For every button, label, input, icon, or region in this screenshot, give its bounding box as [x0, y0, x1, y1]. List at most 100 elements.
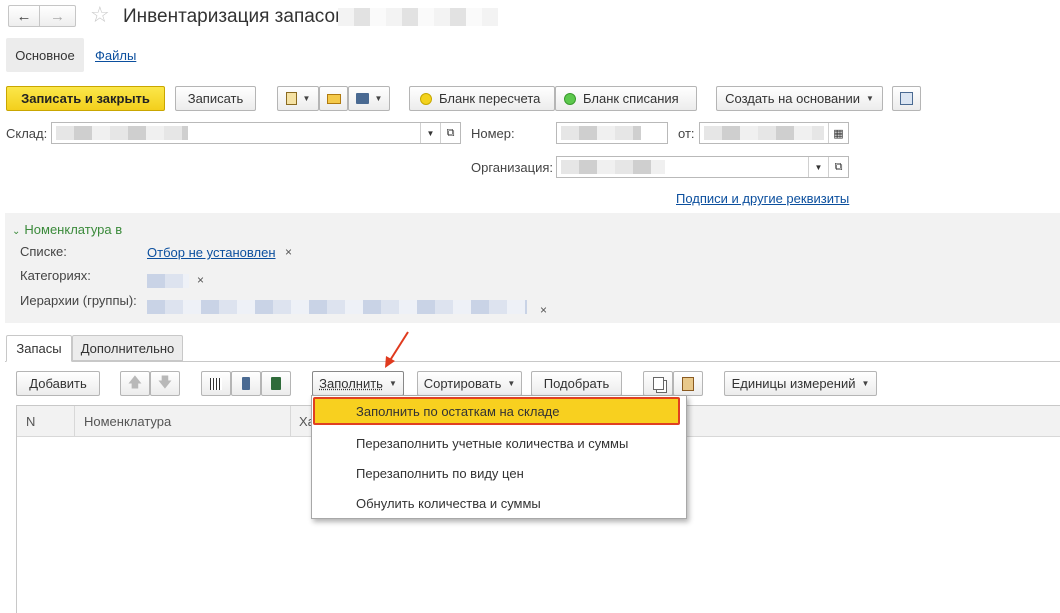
save-close-label: Записать и закрыть [21, 91, 150, 106]
open-icon[interactable]: ⧉ [440, 123, 460, 143]
tab-files[interactable]: Файлы [95, 48, 136, 63]
scanner-button[interactable] [231, 371, 261, 396]
create-based-on-label: Создать на основании [725, 91, 860, 106]
menu-item-zero-quantities[interactable]: Обнулить количества и суммы [312, 488, 686, 518]
add-label: Добавить [29, 376, 87, 391]
tsd-button[interactable] [261, 371, 291, 396]
tab-main[interactable]: Основное [6, 38, 84, 72]
forward-button[interactable]: → [40, 5, 76, 27]
sort-button[interactable]: Сортировать ▼ [417, 371, 522, 396]
green-circle-icon [564, 92, 576, 105]
number-value-blurred [561, 126, 641, 140]
star-icon[interactable]: ☆ [90, 2, 110, 28]
tab-additional[interactable]: Дополнительно [72, 335, 183, 361]
open-icon[interactable]: ⧉ [828, 157, 848, 177]
fill-dropdown-menu: Заполнить по остаткам на складе Перезапо… [311, 395, 687, 519]
signatures-link[interactable]: Подписи и другие реквизиты [676, 191, 849, 206]
paste-button[interactable] [673, 371, 703, 396]
menu-item-fill-by-stock[interactable]: Заполнить по остаткам на складе [313, 397, 680, 425]
structure-button[interactable] [892, 86, 921, 111]
blank-writeoff-button[interactable]: Бланк списания [555, 86, 697, 111]
tab-stocks[interactable]: Запасы [6, 335, 72, 362]
blank-recount-button[interactable]: Бланк пересчета [409, 86, 555, 111]
arrow-up-icon: 🡅 [127, 373, 143, 390]
scanner-icon [242, 377, 250, 390]
menu-item-label: Заполнить по остаткам на складе [356, 403, 560, 419]
back-button[interactable]: ← [8, 5, 40, 27]
chevron-down-icon[interactable]: ▼ [808, 157, 828, 177]
document-menu-button[interactable]: ▼ [277, 86, 319, 111]
chevron-down-icon[interactable]: ▼ [420, 123, 440, 143]
date-value-blurred [704, 126, 824, 140]
tab-main-label: Основное [15, 47, 75, 63]
organization-label: Организация: [471, 160, 554, 175]
fill-label: Заполнить [319, 376, 383, 391]
printer-icon [355, 93, 369, 104]
units-label: Единицы измерений [731, 376, 856, 391]
menu-item-refill-by-price-type[interactable]: Перезаполнить по виду цен [312, 458, 686, 488]
add-button[interactable]: Добавить [16, 371, 100, 396]
chevron-down-icon: ⌄ [12, 226, 21, 237]
number-field[interactable] [556, 122, 668, 144]
save-label: Записать [187, 91, 244, 106]
clear-hierarchy-icon[interactable]: × [540, 303, 547, 317]
pick-button[interactable]: Подобрать [531, 371, 622, 396]
paste-icon [682, 376, 694, 391]
yellow-circle-icon [420, 92, 432, 105]
column-header-nomenclature[interactable]: Номенклатура [84, 414, 171, 429]
print-button[interactable]: ▼ [348, 86, 390, 111]
units-button[interactable]: Единицы измерений ▼ [724, 371, 877, 396]
barcode-icon [210, 377, 222, 390]
annotation-arrow [385, 331, 409, 368]
save-button[interactable]: Записать [175, 86, 256, 111]
tabs-baseline [5, 361, 1060, 362]
filter-group-header[interactable]: ⌄ Номенклатура в [12, 222, 122, 237]
number-label: Номер: [471, 126, 515, 141]
column-header-n[interactable]: N [26, 414, 35, 429]
arrow-down-icon: 🡇 [157, 373, 173, 390]
lists-filter-link[interactable]: Отбор не установлен [147, 245, 276, 260]
copy-button[interactable] [643, 371, 673, 396]
clear-categories-icon[interactable]: × [197, 273, 204, 287]
save-close-button[interactable]: Записать и закрыть [6, 86, 165, 111]
tab-stocks-label: Запасы [16, 341, 62, 356]
pick-label: Подобрать [543, 376, 610, 391]
warehouse-value-blurred [56, 126, 188, 140]
blank-recount-label: Бланк пересчета [439, 91, 541, 106]
menu-item-label: Обнулить количества и суммы [356, 495, 541, 511]
from-label: от: [678, 126, 695, 141]
barcode-button[interactable] [201, 371, 231, 396]
email-button[interactable] [319, 86, 348, 111]
structure-icon [900, 92, 913, 105]
organization-field[interactable]: ▼ ⧉ [556, 156, 849, 178]
move-down-button[interactable]: 🡇 [150, 371, 180, 396]
menu-item-label: Перезаполнить по виду цен [356, 465, 524, 481]
data-terminal-icon [271, 377, 281, 390]
organization-value-blurred [561, 160, 665, 174]
column-divider [290, 406, 291, 437]
calendar-icon[interactable]: ▦ [828, 123, 848, 143]
filter-header-label: Номенклатура в [24, 222, 123, 237]
move-up-button[interactable]: 🡅 [120, 371, 150, 396]
date-field[interactable]: ▦ [699, 122, 849, 144]
hierarchy-label: Иерархии (группы): [20, 293, 137, 308]
warehouse-field[interactable]: ▼ ⧉ [51, 122, 461, 144]
categories-label: Категориях: [20, 268, 91, 283]
menu-item-label: Перезаполнить учетные количества и суммы [356, 435, 629, 451]
hierarchy-value-blurred[interactable] [147, 300, 527, 314]
clear-lists-icon[interactable]: × [285, 245, 292, 259]
fill-button[interactable]: Заполнить ▼ [312, 371, 404, 396]
create-based-on-button[interactable]: Создать на основании ▼ [716, 86, 883, 111]
sort-label: Сортировать [423, 376, 502, 391]
arrow-left-icon: ← [16, 7, 32, 25]
warehouse-label: Склад: [6, 126, 48, 141]
menu-item-refill-quantities[interactable]: Перезаполнить учетные количества и суммы [312, 428, 686, 458]
arrow-right-icon: → [50, 7, 65, 25]
lists-label: Списке: [20, 244, 67, 259]
page-title: Инвентаризация запасов [123, 6, 346, 27]
tab-additional-label: Дополнительно [80, 340, 175, 356]
categories-value-blurred[interactable] [147, 274, 189, 288]
blank-writeoff-label: Бланк списания [583, 91, 679, 106]
envelope-icon [326, 93, 341, 104]
document-icon [285, 92, 297, 105]
